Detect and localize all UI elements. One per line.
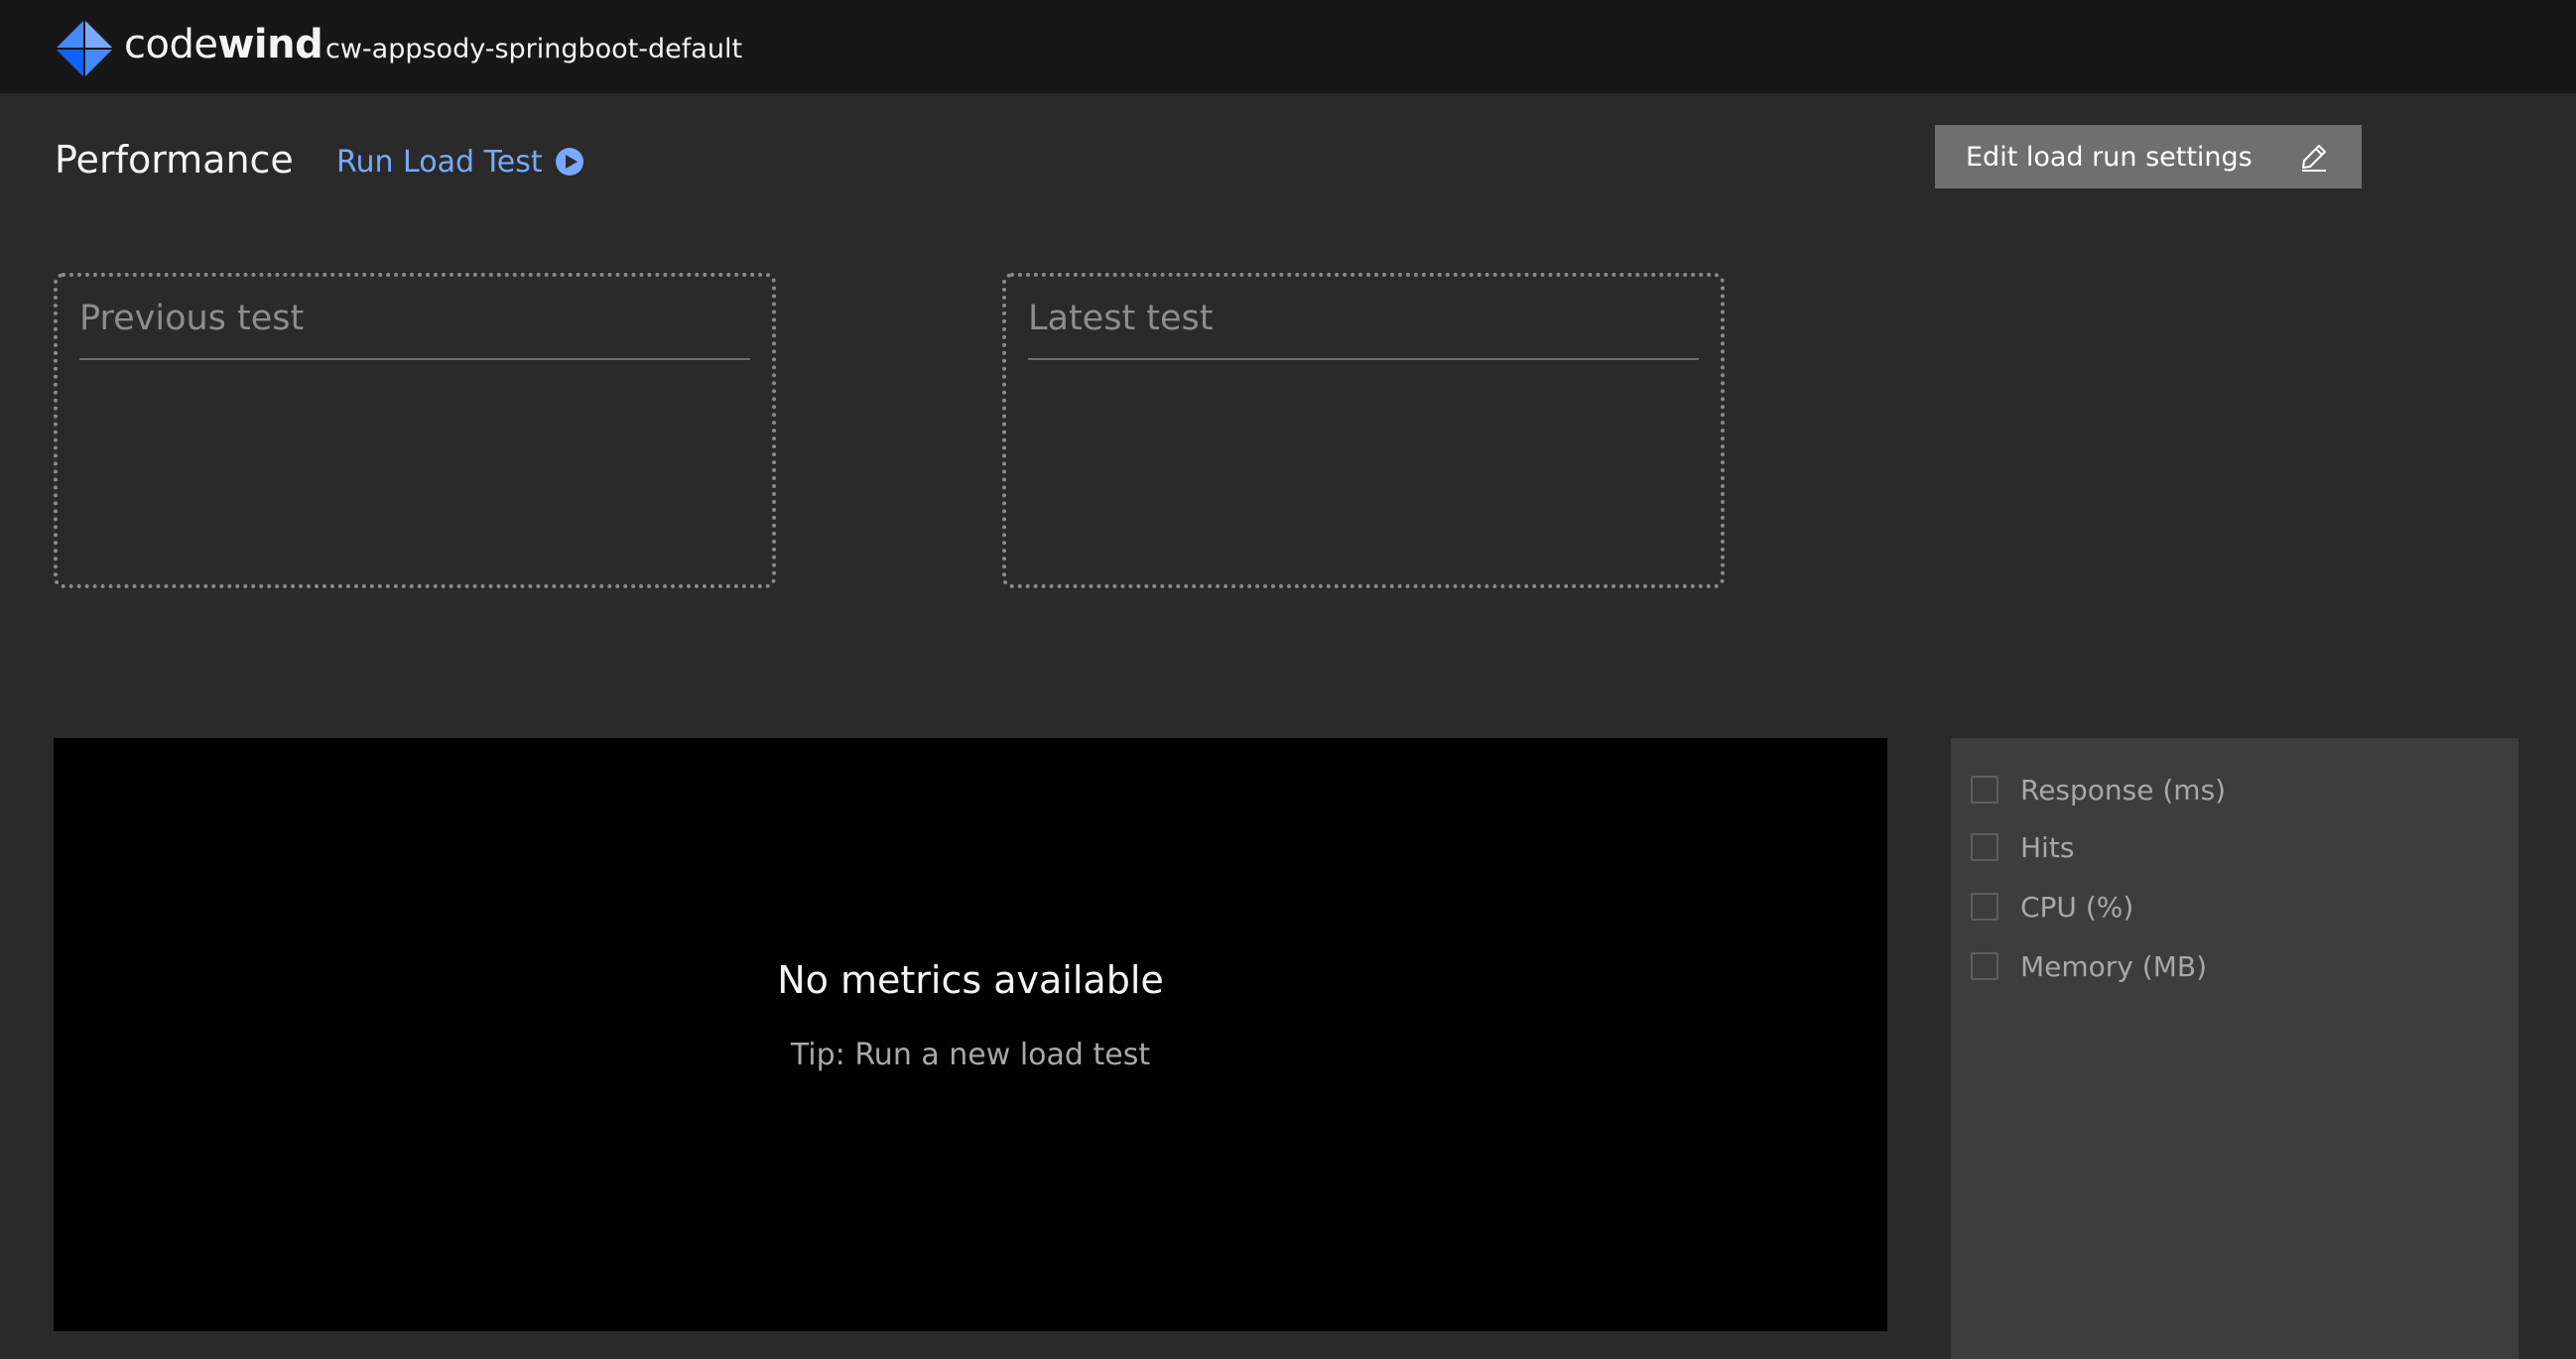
run-load-test-label: Run Load Test — [336, 144, 543, 180]
response-checkbox[interactable] — [1971, 776, 1998, 803]
legend-item-hits[interactable]: Hits — [1971, 827, 2074, 867]
edit-load-run-settings-button[interactable]: Edit load run settings — [1935, 125, 2362, 188]
metrics-chart-area: No metrics available Tip: Run a new load… — [54, 738, 1887, 1331]
run-load-test-link[interactable]: Run Load Test — [336, 141, 584, 183]
legend-item-memory[interactable]: Memory (MB) — [1971, 946, 2207, 986]
latest-test-divider — [1028, 358, 1699, 360]
project-name: cw-appsody-springboot-default — [325, 34, 743, 64]
legend-item-cpu[interactable]: CPU (%) — [1971, 887, 2133, 927]
latest-test-panel: Latest test — [1002, 273, 1725, 588]
memory-checkbox[interactable] — [1971, 952, 1998, 980]
legend-item-response[interactable]: Response (ms) — [1971, 770, 2226, 809]
metrics-legend-panel: Response (ms) Hits CPU (%) Memory (MB) — [1951, 738, 2518, 1359]
page-title: Performance — [55, 138, 294, 182]
legend-label-hits: Hits — [2020, 830, 2075, 864]
latest-test-label: Latest test — [1028, 299, 1214, 338]
legend-label-memory: Memory (MB) — [2020, 949, 2207, 983]
no-metrics-message: No metrics available — [777, 958, 1164, 1002]
previous-test-divider — [79, 358, 750, 360]
play-circle-icon — [555, 148, 583, 176]
legend-label-response: Response (ms) — [2020, 773, 2227, 806]
cpu-checkbox[interactable] — [1971, 893, 1998, 921]
legend-label-cpu: CPU (%) — [2020, 890, 2134, 924]
edit-load-run-settings-label: Edit load run settings — [1966, 141, 2253, 173]
load-test-tip: Tip: Run a new load test — [790, 1038, 1151, 1072]
pencil-icon — [2302, 145, 2326, 172]
previous-test-label: Previous test — [79, 299, 305, 338]
brand-name-bold: wind — [217, 22, 323, 67]
previous-test-panel: Previous test — [54, 273, 776, 588]
top-bar: codewind cw-appsody-springboot-default — [0, 0, 2576, 93]
hits-checkbox[interactable] — [1971, 833, 1998, 861]
codewind-logo-icon[interactable] — [53, 17, 116, 80]
brand-name[interactable]: codewind — [124, 20, 323, 69]
brand-name-light: code — [124, 22, 218, 67]
